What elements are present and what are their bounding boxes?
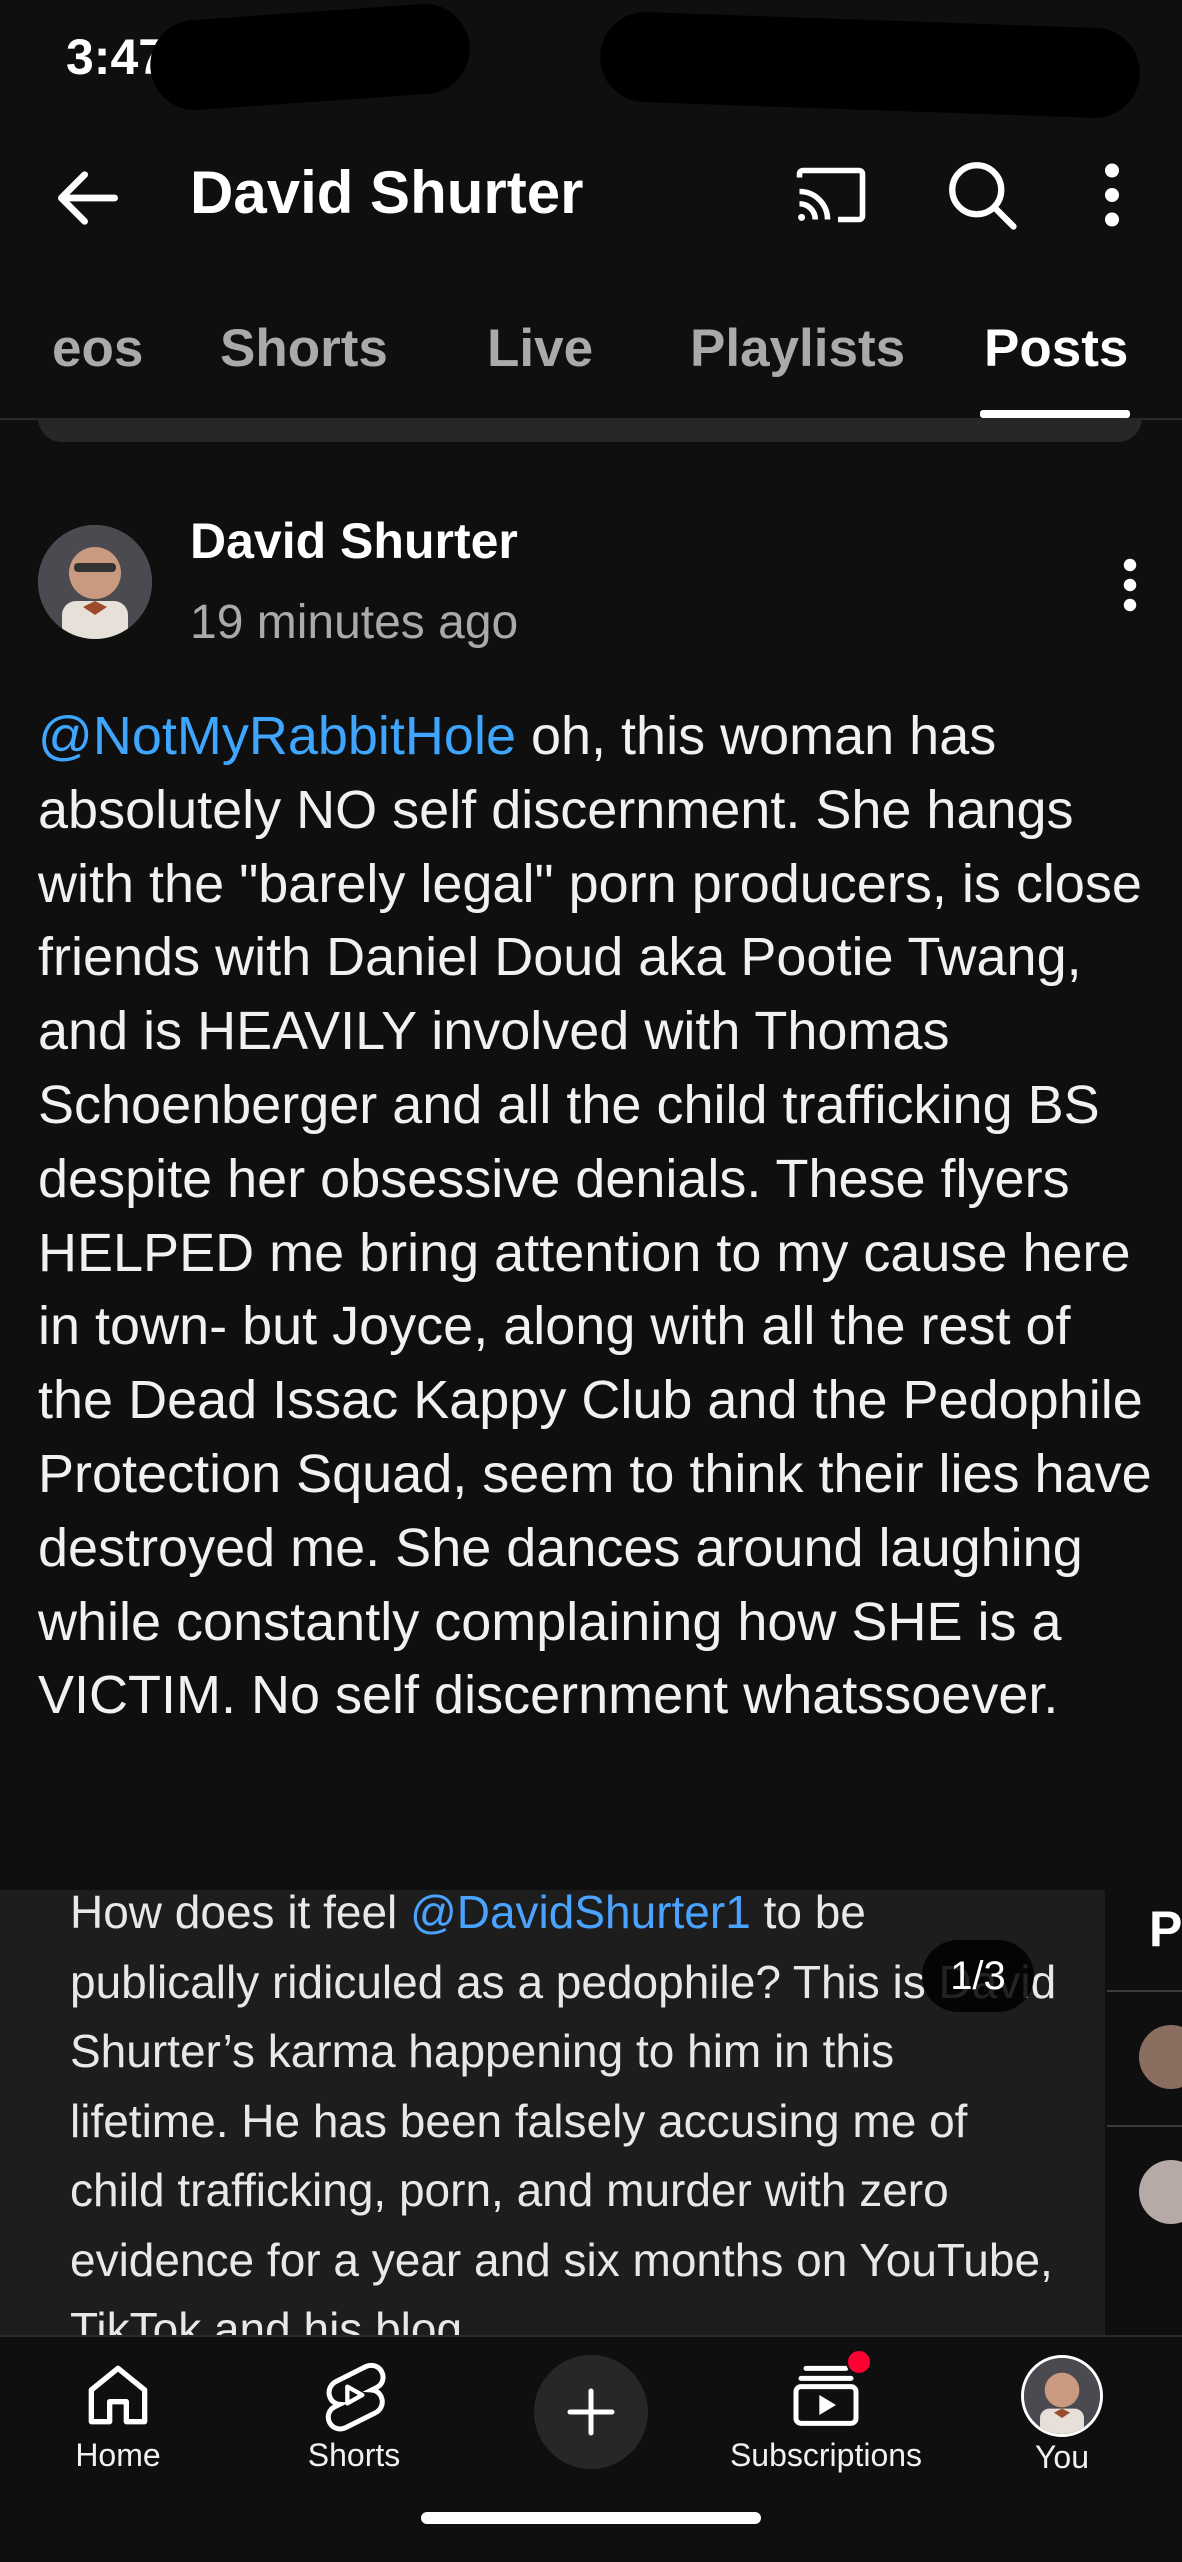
divider [1107,1990,1182,1992]
next-slide-text: P [1149,1901,1182,1957]
image-mention: @DavidShurter1 [410,1890,751,1938]
redaction-mark [147,0,473,114]
post-body-text: oh, this woman has absolutely NO self di… [38,706,1152,1726]
bottom-navigation: Home Shorts Subscriptions You [0,2335,1182,2562]
carousel-next-slide[interactable]: P [1107,1890,1182,2335]
nav-you-label: You [1035,2439,1089,2475]
post-more-icon[interactable] [1110,555,1150,615]
tab-live[interactable]: Live [487,318,593,379]
tab-posts[interactable]: Posts [984,318,1128,379]
post-author[interactable]: David Shurter [190,512,518,570]
author-avatar[interactable] [38,525,152,639]
carousel-slide[interactable]: How does it feel @DavidShurter1 to be pu… [0,1890,1105,2335]
post-text: @NotMyRabbitHole oh, this woman has abso… [38,700,1158,1733]
more-vert-icon[interactable] [1070,153,1154,237]
image-text-part: to be publically ridiculed as a pedophil… [70,1890,1057,2335]
back-arrow-icon[interactable] [48,158,128,238]
active-tab-indicator [980,410,1130,418]
nav-shorts[interactable]: Shorts [254,2337,454,2474]
mention-link[interactable]: @NotMyRabbitHole [38,706,516,766]
shorts-icon [325,2362,386,2432]
search-icon[interactable] [940,153,1024,237]
post-image-carousel[interactable]: How does it feel @DavidShurter1 to be pu… [0,1890,1182,2335]
post-timestamp: 19 minutes ago [190,596,519,649]
nav-home[interactable]: Home [18,2337,218,2474]
create-button[interactable] [534,2355,648,2469]
tab-playlists[interactable]: Playlists [690,318,905,379]
redaction-mark [598,10,1142,120]
tab-videos[interactable]: eos [52,318,143,379]
notification-dot [846,2349,872,2375]
channel-title: David Shurter [190,159,584,226]
gesture-bar [421,2512,761,2524]
avatar [1139,2025,1182,2089]
nav-shorts-label: Shorts [307,2437,401,2473]
nav-subscriptions[interactable]: Subscriptions [726,2337,926,2474]
cast-icon[interactable] [789,153,873,237]
nav-home-label: Home [75,2437,161,2473]
avatar-image [38,525,152,639]
avatar [1021,2355,1103,2437]
home-icon [88,2365,148,2425]
carousel-counter: 1/3 [922,1940,1034,2012]
avatar [1139,2160,1182,2224]
nav-you[interactable]: You [962,2337,1162,2476]
previous-post-edge [38,418,1142,442]
nav-subscriptions-label: Subscriptions [729,2437,923,2473]
tab-shorts[interactable]: Shorts [220,318,388,379]
create-plus-icon [567,2388,615,2436]
divider [1107,2125,1182,2127]
image-text: How does it feel @DavidShurter1 to be pu… [70,1890,1060,2335]
channel-tabs: eos Shorts Live Playlists Posts [0,300,1182,418]
image-text-part: How does it feel [70,1890,411,1938]
